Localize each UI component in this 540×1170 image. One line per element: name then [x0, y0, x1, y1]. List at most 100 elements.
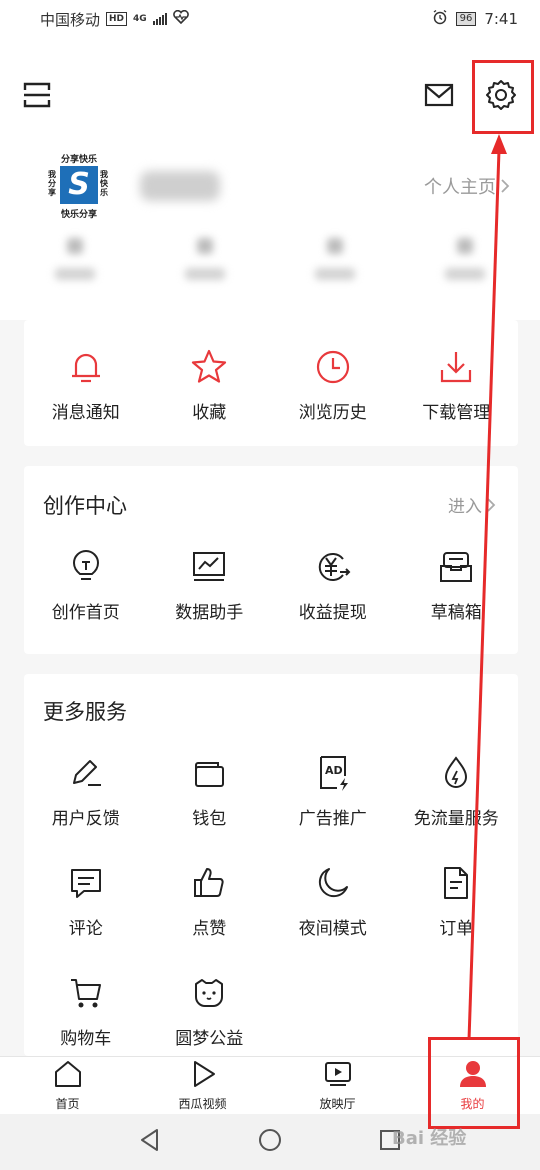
service-label: 订单	[439, 919, 474, 939]
service-feedback[interactable]: 用户反馈	[24, 754, 148, 829]
order-icon	[437, 864, 475, 902]
service-comments[interactable]: 评论	[24, 864, 148, 939]
personal-homepage-link[interactable]: 个人主页	[424, 173, 510, 199]
alarm-icon	[432, 9, 448, 29]
creator-drafts[interactable]: 草稿箱	[395, 548, 519, 623]
creator-earnings-withdraw[interactable]: 收益提现	[271, 548, 395, 623]
home-circle-icon[interactable]	[257, 1127, 283, 1157]
mail-icon[interactable]	[422, 78, 456, 112]
service-charity[interactable]: 圆梦公益	[148, 974, 272, 1049]
ad-icon: AD	[314, 754, 352, 792]
service-night-mode[interactable]: 夜间模式	[271, 864, 395, 939]
mine-tab-highlight-box	[428, 1037, 520, 1129]
back-triangle-icon[interactable]	[137, 1127, 163, 1157]
creator-item-label: 收益提现	[298, 603, 367, 623]
quick-action-label: 消息通知	[51, 403, 120, 423]
service-label: 钱包	[192, 809, 227, 829]
service-orders[interactable]: 订单	[395, 864, 519, 939]
quick-action-notifications[interactable]: 消息通知	[24, 348, 148, 423]
homepage-label: 个人主页	[424, 177, 496, 198]
quick-action-label: 浏览历史	[298, 403, 367, 423]
download-icon	[437, 348, 475, 386]
chevron-right-icon	[487, 497, 496, 512]
avatar-logo-bottom: 快乐分享	[60, 210, 97, 220]
chart-monitor-icon	[190, 548, 228, 586]
tab-label: 首页	[55, 1097, 80, 1111]
avatar-logo-right: 我快乐	[100, 170, 108, 197]
service-likes[interactable]: 点赞	[148, 864, 272, 939]
tab-xigua-video[interactable]: 西瓜视频	[135, 1057, 270, 1114]
moon-icon	[314, 864, 352, 902]
clock-icon	[314, 348, 352, 386]
wallet-icon	[190, 754, 228, 792]
creator-item-label: 数据助手	[175, 603, 244, 623]
bell-icon	[67, 348, 105, 386]
settings-highlight-box	[472, 60, 534, 134]
service-label: 评论	[68, 919, 103, 939]
avatar[interactable]: 分享快乐 我分享 S 我快乐 快乐分享	[48, 152, 110, 220]
creator-item-label: 草稿箱	[430, 603, 482, 623]
profile-header: 分享快乐 我分享 S 我快乐 快乐分享 个人主页	[0, 38, 540, 320]
tab-screening-hall[interactable]: 放映厅	[270, 1057, 405, 1114]
username-blurred	[140, 171, 220, 201]
creator-center-card: 创作中心 进入 创作首页 数据助手 收益提现 草稿箱	[24, 466, 518, 654]
hd-badge: HD	[106, 12, 128, 26]
avatar-logo-top: 分享快乐	[60, 155, 97, 165]
service-shopping-cart[interactable]: 购物车	[24, 974, 148, 1049]
quick-action-label: 收藏	[192, 403, 227, 423]
service-wallet[interactable]: 钱包	[148, 754, 272, 829]
service-label: 用户反馈	[51, 809, 120, 829]
creator-center-enter-link[interactable]: 进入	[448, 492, 496, 517]
status-bar: 中国移动 HD 4G 96 7:41	[0, 0, 540, 38]
tab-label: 放映厅	[319, 1097, 356, 1111]
draft-box-icon	[437, 548, 475, 586]
thumb-up-icon	[190, 864, 228, 902]
service-label: 圆梦公益	[175, 1029, 244, 1049]
quick-action-history[interactable]: 浏览历史	[271, 348, 395, 423]
watermark: Bai 经验	[392, 1128, 467, 1149]
network-label: 4G	[133, 14, 147, 24]
avatar-logo-left: 我分享	[48, 170, 56, 197]
battery-indicator: 96	[455, 12, 477, 26]
charity-cat-icon	[190, 974, 228, 1012]
tab-label: 西瓜视频	[178, 1097, 227, 1111]
service-label: 夜间模式	[298, 919, 367, 939]
scan-icon[interactable]	[22, 80, 52, 110]
creator-item-label: 创作首页	[51, 603, 120, 623]
creator-center-title: 创作中心	[43, 494, 127, 518]
quick-action-favorites[interactable]: 收藏	[148, 348, 272, 423]
stat-blurred[interactable]	[30, 238, 120, 298]
drop-icon	[437, 754, 475, 792]
heart-rate-icon	[172, 9, 189, 28]
creator-home[interactable]: 创作首页	[24, 548, 148, 623]
screen-play-icon	[322, 1059, 354, 1093]
comment-icon	[67, 864, 105, 902]
stat-blurred[interactable]	[290, 238, 380, 298]
service-label: 点赞	[192, 919, 227, 939]
stat-blurred[interactable]	[160, 238, 250, 298]
carrier-label: 中国移动	[40, 10, 101, 29]
quick-action-label: 下载管理	[422, 403, 491, 423]
service-advertising[interactable]: AD 广告推广	[271, 754, 395, 829]
quick-actions-card: 消息通知 收藏 浏览历史 下载管理	[24, 320, 518, 446]
stats-row	[30, 238, 510, 298]
clock-time: 7:41	[484, 10, 518, 28]
more-services-card: 更多服务 用户反馈 钱包 AD 广告推广 免流量服务 评论 点赞 夜间模式 订单…	[24, 674, 518, 1056]
play-icon	[188, 1059, 218, 1093]
enter-label: 进入	[448, 497, 482, 517]
quick-action-downloads[interactable]: 下载管理	[395, 348, 519, 423]
service-label: 广告推广	[298, 809, 367, 829]
home-icon	[52, 1059, 84, 1093]
more-services-title: 更多服务	[43, 700, 127, 724]
star-icon	[190, 348, 228, 386]
service-label: 购物车	[60, 1029, 112, 1049]
tab-home[interactable]: 首页	[0, 1057, 135, 1114]
creator-data-assistant[interactable]: 数据助手	[148, 548, 272, 623]
svg-text:AD: AD	[325, 764, 343, 777]
lightbulb-icon	[67, 548, 105, 586]
stat-blurred[interactable]	[420, 238, 510, 298]
pen-icon	[67, 754, 105, 792]
service-label: 免流量服务	[413, 809, 499, 829]
chevron-right-icon	[501, 179, 510, 193]
service-free-data[interactable]: 免流量服务	[395, 754, 519, 829]
